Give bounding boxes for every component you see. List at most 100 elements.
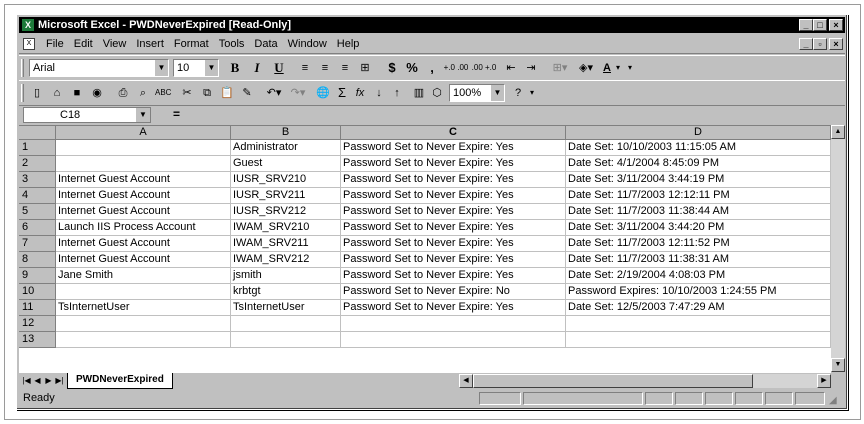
font-size-select[interactable]: 10 ▼ <box>173 59 219 77</box>
next-sheet-icon[interactable]: ▶ <box>43 374 54 387</box>
minimize-button[interactable]: _ <box>799 19 813 31</box>
cell-c[interactable]: Password Set to Never Expire: Yes <box>341 252 566 268</box>
cell-c[interactable] <box>341 316 566 332</box>
cell-d[interactable]: Date Set: 11/7/2003 11:38:44 AM <box>566 204 831 220</box>
cell-c[interactable]: Password Set to Never Expire: Yes <box>341 268 566 284</box>
column-header-c[interactable]: C <box>341 126 566 140</box>
row-header[interactable]: 6 <box>19 220 56 236</box>
horizontal-scrollbar[interactable]: ◀ ▶ <box>459 374 831 388</box>
column-header-d[interactable]: D <box>566 126 831 140</box>
cell-b[interactable]: Guest <box>231 156 341 172</box>
cell-d[interactable]: Date Set: 11/7/2003 12:12:11 PM <box>566 188 831 204</box>
column-header-a[interactable]: A <box>56 126 231 140</box>
cell-b[interactable]: IUSR_SRV212 <box>231 204 341 220</box>
menu-data[interactable]: Data <box>249 35 282 53</box>
previous-sheet-icon[interactable]: ◀ <box>32 374 43 387</box>
copy-icon[interactable]: ⧉ <box>199 85 215 101</box>
borders-icon[interactable]: ⊞▾ <box>549 60 571 76</box>
comma-button[interactable]: , <box>425 60 439 76</box>
open-icon[interactable]: ⌂ <box>49 85 65 101</box>
cell-a[interactable] <box>56 156 231 172</box>
cell-b[interactable]: krbtgt <box>231 284 341 300</box>
spelling-icon[interactable]: ABC <box>155 85 171 101</box>
menu-help[interactable]: Help <box>332 35 365 53</box>
cell-a[interactable] <box>56 284 231 300</box>
cell-b[interactable]: IUSR_SRV210 <box>231 172 341 188</box>
zoom-select[interactable]: 100% ▼ <box>449 84 505 102</box>
decrease-decimal-button[interactable]: .00 +.0 <box>471 60 497 76</box>
cell-a[interactable]: TsInternetUser <box>56 300 231 316</box>
cell-c[interactable]: Password Set to Never Expire: Yes <box>341 300 566 316</box>
toolbar-options-icon[interactable]: ▾ <box>625 60 635 76</box>
cell-a[interactable]: Jane Smith <box>56 268 231 284</box>
row-header[interactable]: 11 <box>19 300 56 316</box>
menu-view[interactable]: View <box>98 35 132 53</box>
row-header[interactable]: 8 <box>19 252 56 268</box>
cell-c[interactable]: Password Set to Never Expire: Yes <box>341 204 566 220</box>
row-header[interactable]: 2 <box>19 156 56 172</box>
currency-button[interactable]: $ <box>385 60 399 76</box>
menu-insert[interactable]: Insert <box>131 35 169 53</box>
cell-c[interactable]: Password Set to Never Expire: Yes <box>341 220 566 236</box>
chevron-down-icon[interactable]: ▼ <box>136 108 150 122</box>
first-sheet-icon[interactable]: |◀ <box>21 374 32 387</box>
cell-b[interactable]: IWAM_SRV210 <box>231 220 341 236</box>
cell-c[interactable] <box>341 332 566 348</box>
doc-restore-button[interactable]: ▫ <box>813 38 827 50</box>
cell-d[interactable]: Date Set: 4/1/2004 8:45:09 PM <box>566 156 831 172</box>
cell-b[interactable]: Administrator <box>231 140 341 156</box>
cell-b[interactable]: TsInternetUser <box>231 300 341 316</box>
cell-d[interactable]: Date Set: 3/11/2004 3:44:20 PM <box>566 220 831 236</box>
scroll-left-icon[interactable]: ◀ <box>459 374 473 388</box>
chevron-down-icon[interactable]: ▾ <box>613 60 623 76</box>
vertical-scrollbar[interactable]: ▲ ▼ <box>831 125 845 372</box>
new-icon[interactable]: ▯ <box>29 85 45 101</box>
cell-c[interactable]: Password Set to Never Expire: No <box>341 284 566 300</box>
hyperlink-icon[interactable]: 🌐 <box>315 85 331 101</box>
cell-c[interactable]: Password Set to Never Expire: Yes <box>341 156 566 172</box>
save-icon[interactable]: ■ <box>69 85 85 101</box>
italic-button[interactable]: I <box>249 60 265 76</box>
print-preview-icon[interactable]: ⌕ <box>135 85 151 101</box>
print-icon[interactable]: ⎙ <box>115 85 131 101</box>
toolbar-grip[interactable] <box>21 84 24 102</box>
scroll-right-icon[interactable]: ▶ <box>817 374 831 388</box>
row-header[interactable]: 13 <box>19 332 56 348</box>
redo-icon[interactable]: ↷▾ <box>287 85 309 101</box>
row-header[interactable]: 7 <box>19 236 56 252</box>
increase-decimal-button[interactable]: +.0 .00 <box>443 60 469 76</box>
align-left-icon[interactable]: ≡ <box>297 60 313 76</box>
paste-icon[interactable]: 📋 <box>219 85 235 101</box>
chevron-down-icon[interactable]: ▼ <box>154 60 168 76</box>
row-header[interactable]: 3 <box>19 172 56 188</box>
cell-d[interactable]: Date Set: 10/10/2003 11:15:05 AM <box>566 140 831 156</box>
cell-d[interactable]: Password Expires: 10/10/2003 1:24:55 PM <box>566 284 831 300</box>
menu-window[interactable]: Window <box>283 35 332 53</box>
horizontal-scroll-thumb[interactable] <box>473 374 753 388</box>
cut-icon[interactable]: ✂ <box>179 85 195 101</box>
percent-button[interactable]: % <box>405 60 419 76</box>
cell-d[interactable]: Date Set: 12/5/2003 7:47:29 AM <box>566 300 831 316</box>
row-header[interactable]: 4 <box>19 188 56 204</box>
undo-icon[interactable]: ↶▾ <box>263 85 285 101</box>
doc-close-button[interactable]: × <box>829 38 843 50</box>
row-header[interactable]: 9 <box>19 268 56 284</box>
help-button[interactable]: ? <box>511 85 525 101</box>
cell-d[interactable]: Date Set: 3/11/2004 3:44:19 PM <box>566 172 831 188</box>
maximize-button[interactable]: □ <box>813 19 827 31</box>
cell-a[interactable]: Internet Guest Account <box>56 252 231 268</box>
excel-icon[interactable]: X <box>22 19 34 31</box>
chart-wizard-icon[interactable]: ▥ <box>411 85 427 101</box>
drawing-icon[interactable]: ⬡ <box>429 85 445 101</box>
cell-b[interactable] <box>231 332 341 348</box>
scroll-up-icon[interactable]: ▲ <box>831 125 845 139</box>
doc-minimize-button[interactable]: _ <box>799 38 813 50</box>
chevron-down-icon[interactable]: ▼ <box>490 85 504 101</box>
cell-c[interactable]: Password Set to Never Expire: Yes <box>341 172 566 188</box>
menu-format[interactable]: Format <box>169 35 214 53</box>
cell-d[interactable] <box>566 316 831 332</box>
sheet-tab-pwdneverexpired[interactable]: PWDNeverExpired <box>67 373 173 389</box>
fill-color-icon[interactable]: ◈▾ <box>575 60 597 76</box>
row-header[interactable]: 5 <box>19 204 56 220</box>
increase-indent-icon[interactable]: ⇥ <box>523 60 539 76</box>
